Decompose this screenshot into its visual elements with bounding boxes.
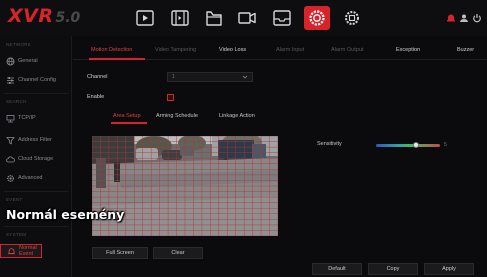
system-settings-icon[interactable] <box>341 8 363 28</box>
subtab-arming-schedule[interactable]: Arming Schedule <box>156 113 198 119</box>
sensitivity-slider[interactable] <box>376 142 440 148</box>
folder-icon[interactable] <box>203 8 225 28</box>
chevron-down-icon <box>242 75 248 79</box>
sidebar-item-label: Normal Event <box>19 245 37 257</box>
sidebar-item-channel-config[interactable]: Channel Config <box>0 72 72 88</box>
bell-icon <box>7 247 16 256</box>
tab-alarm-output[interactable]: Alarm Output <box>331 47 363 53</box>
sliders-icon <box>6 76 15 85</box>
divider <box>4 93 68 94</box>
app-logo: XVR 5.0 <box>8 5 80 27</box>
section-header-system: SYSTEM <box>6 232 27 237</box>
network-icon <box>6 114 15 123</box>
power-icon[interactable] <box>472 13 482 23</box>
subtab-linkage-action[interactable]: Linkage Action <box>219 113 255 119</box>
divider <box>4 191 68 192</box>
slider-handle[interactable] <box>413 142 419 148</box>
sidebar-item-label: Cloud Storage <box>18 156 54 162</box>
sidebar-item-general[interactable]: General <box>0 53 72 69</box>
event-tabs: Motion Detection Video Tampering Video L… <box>73 44 487 60</box>
filter-icon <box>6 136 15 145</box>
overlay-caption: Normál esemény <box>6 207 125 222</box>
channel-select-value: 1 <box>172 74 175 80</box>
sensitivity-value: 5 <box>444 142 447 148</box>
enable-label: Enable <box>87 94 105 100</box>
sensitivity-label: Sensitivity <box>317 141 342 147</box>
sidebar-item-label: General <box>18 58 38 64</box>
settings-panel: Motion Detection Video Tampering Video L… <box>73 36 487 277</box>
playback-icon[interactable] <box>134 8 156 28</box>
motion-subtabs: Area Setup Arming Schedule Linkage Actio… <box>93 110 273 124</box>
section-header-network: NETWORK <box>6 42 32 47</box>
section-header-search: SEARCH <box>6 99 27 104</box>
brand-name: XVR <box>8 5 54 27</box>
sidebar: NETWORK General Channel Config SEARCH TC… <box>0 36 72 277</box>
enable-checkbox[interactable] <box>167 94 174 101</box>
storage-icon[interactable] <box>271 8 293 28</box>
sidebar-item-advanced[interactable]: Advanced <box>0 170 72 186</box>
active-tab-indicator <box>89 58 145 60</box>
tab-exception[interactable]: Exception <box>396 47 420 53</box>
tab-buzzer[interactable]: Buzzer <box>457 47 474 53</box>
event-gear-icon[interactable] <box>304 6 330 30</box>
tab-motion-detection[interactable]: Motion Detection <box>91 47 132 53</box>
sidebar-item-cloud-storage[interactable]: Cloud Storage <box>0 151 72 167</box>
copy-button[interactable]: Copy <box>368 263 418 275</box>
record-icon[interactable] <box>236 8 258 28</box>
app-version: 5.0 <box>55 10 81 26</box>
sidebar-item-label: Advanced <box>18 175 43 181</box>
top-toolbar: XVR 5.0 <box>0 0 487 36</box>
sidebar-item-label: Channel Config <box>18 77 56 83</box>
sidebar-item-label: TCP/IP <box>18 115 36 121</box>
user-icon[interactable] <box>459 13 469 23</box>
tab-alarm-input[interactable]: Alarm Input <box>276 47 304 53</box>
video-file-icon[interactable] <box>169 8 191 28</box>
sidebar-item-address-filter[interactable]: Address Filter <box>0 132 72 148</box>
gear-icon <box>6 174 15 183</box>
section-header-event: EVENT <box>6 197 23 202</box>
clear-button[interactable]: Clear <box>153 247 203 259</box>
full-screen-button[interactable]: Full Screen <box>92 247 148 259</box>
default-button[interactable]: Default <box>312 263 362 275</box>
alarm-indicator-icon[interactable] <box>446 13 456 23</box>
globe-icon <box>6 57 15 66</box>
active-subtab-indicator <box>111 122 147 124</box>
channel-select[interactable]: 1 <box>167 72 253 82</box>
sidebar-item-label: Address Filter <box>18 137 52 143</box>
apply-button[interactable]: Apply <box>424 263 474 275</box>
subtab-area-setup[interactable]: Area Setup <box>113 113 141 119</box>
tab-video-tampering[interactable]: Video Tampering <box>155 47 196 53</box>
channel-label: Channel <box>87 74 108 80</box>
divider <box>4 226 68 227</box>
cloud-icon <box>6 155 15 164</box>
sidebar-item-tcpip[interactable]: TCP/IP <box>0 110 72 126</box>
tab-video-loss[interactable]: Video Loss <box>219 47 246 53</box>
sidebar-item-normal-event[interactable]: Normal Event <box>0 244 42 258</box>
